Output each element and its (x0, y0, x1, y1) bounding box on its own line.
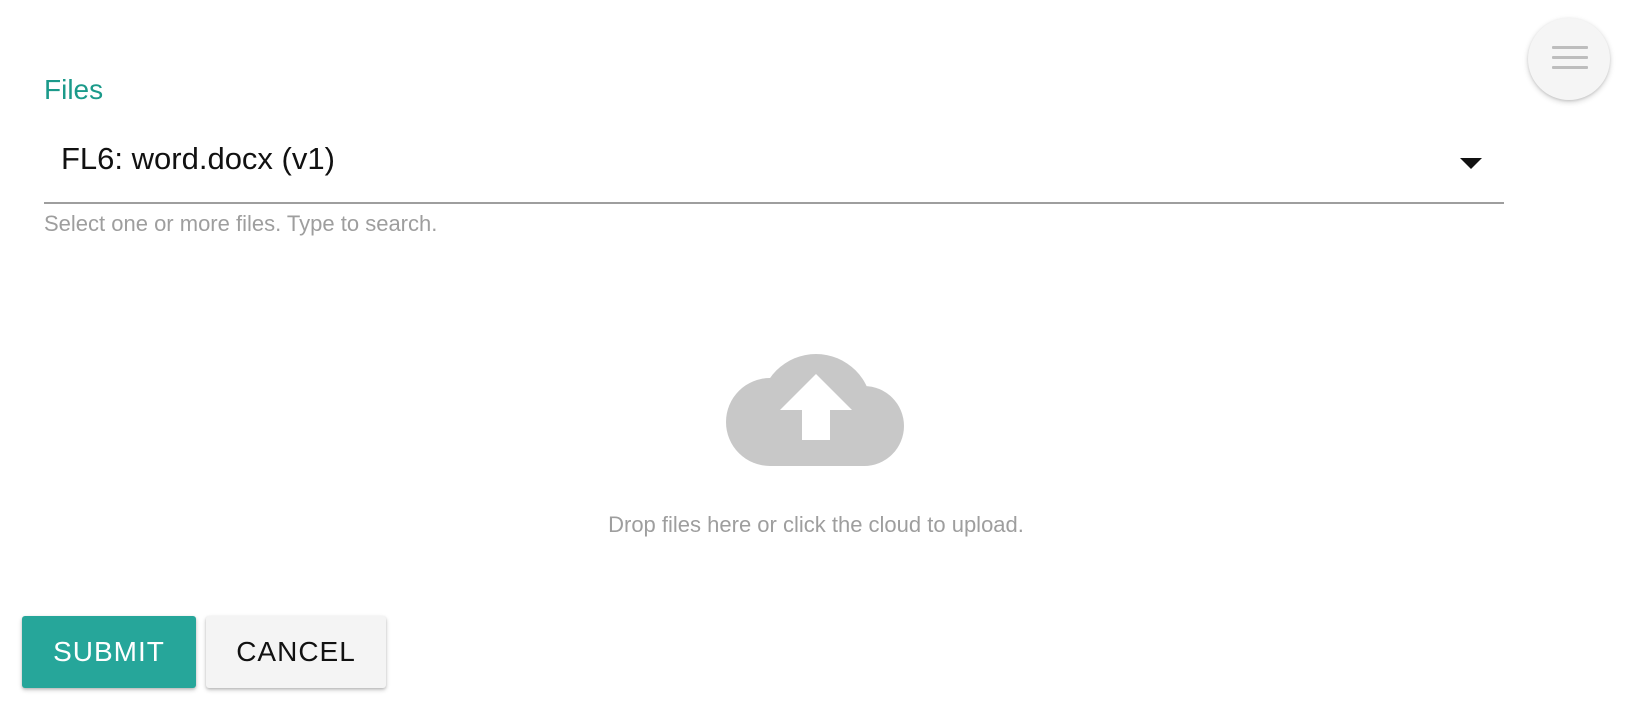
hamburger-menu-icon (1552, 46, 1588, 70)
files-helper-text: Select one or more files. Type to search… (44, 211, 438, 236)
cancel-button[interactable]: CANCEL (206, 616, 386, 688)
selected-file-value: FL6: word.docx (v1) (61, 141, 335, 176)
file-upload-form: Files FL6: word.docx (v1) Select one or … (0, 0, 1632, 706)
cloud-upload-icon[interactable] (726, 342, 906, 466)
menu-button[interactable] (1528, 18, 1610, 100)
dropdown-arrow-icon[interactable] (1460, 158, 1482, 169)
files-label: Files (44, 74, 104, 105)
files-select[interactable]: FL6: word.docx (v1) (44, 128, 1504, 204)
drop-instructions: Drop files here or click the cloud to up… (608, 512, 1024, 537)
submit-button[interactable]: SUBMIT (22, 616, 196, 688)
